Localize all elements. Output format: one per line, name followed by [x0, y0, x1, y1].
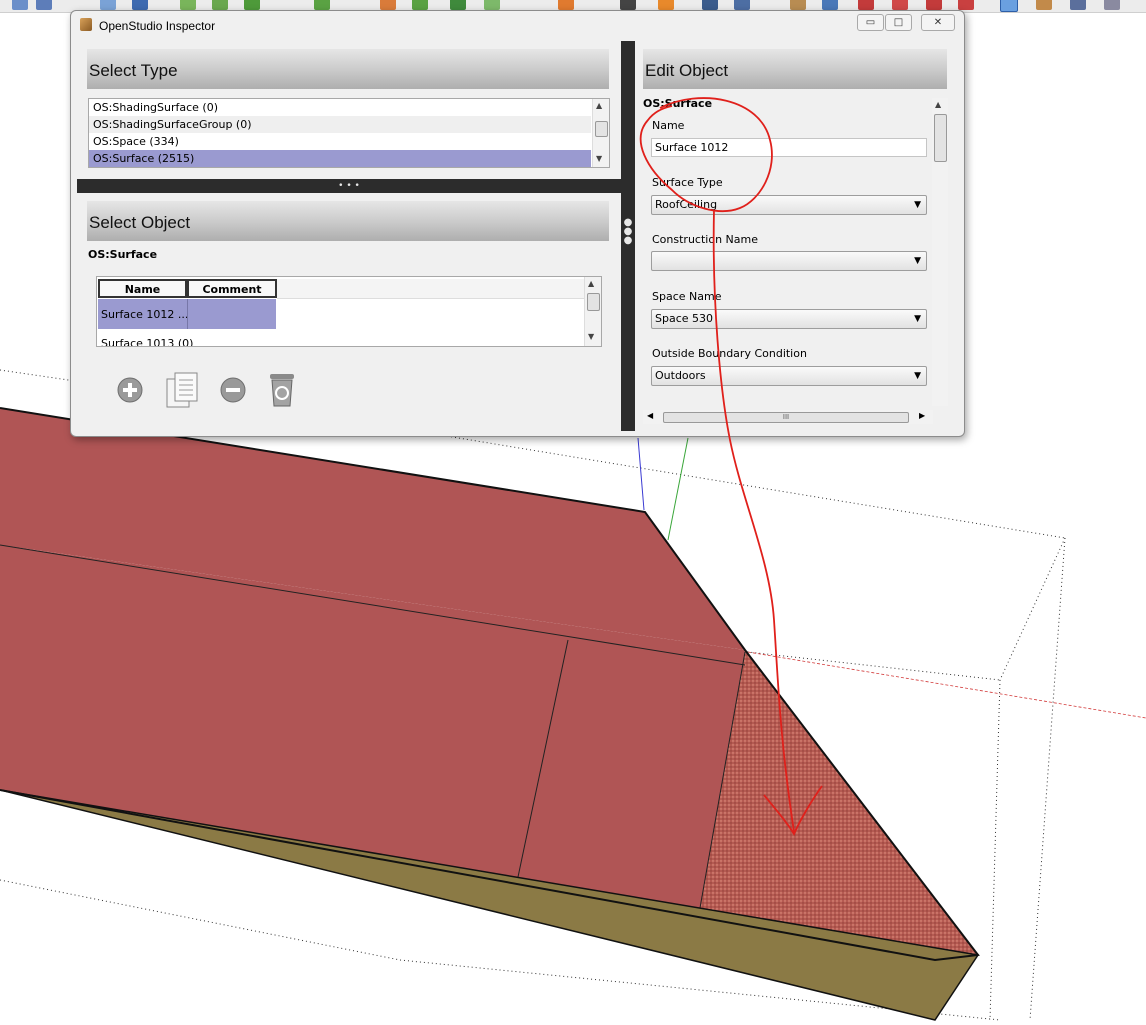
annotation-circle	[639, 97, 773, 212]
red-annotation	[639, 97, 823, 836]
annotation-arrow-line	[712, 209, 795, 833]
